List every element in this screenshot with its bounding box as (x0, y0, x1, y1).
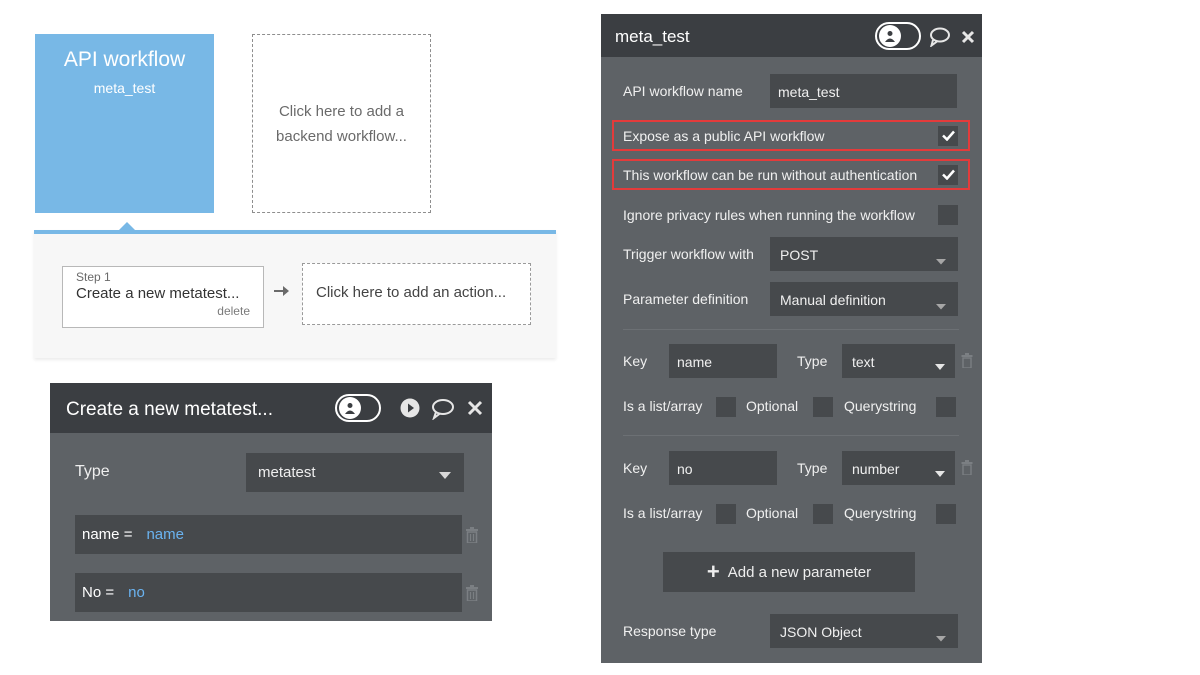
type-dropdown[interactable]: metatest (246, 453, 464, 492)
trigger-value: POST (780, 247, 819, 263)
field-no-value: no (128, 584, 145, 601)
api-workflow-title: API workflow (63, 48, 186, 71)
step-delete-link[interactable]: delete (76, 304, 250, 318)
comment-icon[interactable] (929, 27, 951, 52)
param-key-label: Key (623, 353, 648, 369)
response-type-label: Response type (623, 623, 717, 639)
optional-checkbox[interactable] (813, 504, 833, 524)
action-editor-header: Create a new metatest... (50, 383, 492, 433)
chevron-down-icon (439, 467, 451, 484)
close-icon[interactable] (961, 29, 975, 49)
response-type-value: JSON Object (780, 624, 862, 640)
workflow-settings-panel: meta_test API workflow name meta_test Ex… (601, 14, 982, 663)
ignore-privacy-checkbox[interactable] (938, 205, 958, 225)
param-type-value: number (852, 461, 900, 477)
arrow-right-icon (272, 282, 290, 305)
expose-public-label: Expose as a public API workflow (623, 128, 825, 144)
plus-icon: + (706, 559, 720, 584)
field-name-value: name (146, 526, 184, 543)
trash-icon[interactable] (961, 460, 973, 480)
workflow-name-label: API workflow name (623, 83, 743, 99)
no-auth-label: This workflow can be run without authent… (623, 167, 918, 183)
field-name-label: name = (82, 526, 133, 543)
add-parameter-label: Add a new parameter (727, 564, 872, 581)
privacy-toggle[interactable] (335, 394, 381, 422)
querystring-checkbox[interactable] (936, 504, 956, 524)
chevron-down-icon (936, 629, 946, 645)
param-type-dropdown[interactable]: text (842, 344, 955, 378)
chevron-down-icon (935, 358, 945, 374)
trash-icon[interactable] (465, 585, 479, 604)
workflow-settings-title: meta_test (615, 27, 690, 46)
chevron-down-icon (936, 252, 946, 268)
workflow-settings-header: meta_test (601, 14, 982, 57)
is-list-checkbox[interactable] (716, 504, 736, 524)
querystring-checkbox[interactable] (936, 397, 956, 417)
api-workflow-card[interactable]: API workflow meta_test (35, 34, 214, 213)
api-workflow-name: meta_test (93, 80, 156, 96)
response-type-dropdown[interactable]: JSON Object (770, 614, 958, 648)
optional-label: Optional (746, 398, 799, 414)
ignore-privacy-label: Ignore privacy rules when running the wo… (623, 207, 915, 223)
expose-public-checkbox[interactable] (938, 126, 958, 146)
field-no-label: No = (82, 584, 115, 601)
field-name-row[interactable]: name = name (75, 515, 462, 554)
querystring-label: Querystring (844, 398, 917, 414)
comment-icon[interactable] (431, 398, 455, 426)
add-parameter-button[interactable]: + Add a new parameter (663, 552, 915, 592)
checkmark-icon (941, 169, 955, 181)
add-action-placeholder[interactable]: Click here to add an action... (302, 263, 531, 325)
step-1-card[interactable]: Step 1 Create a new metatest... delete (62, 266, 264, 328)
user-icon (879, 25, 901, 47)
divider (623, 435, 959, 436)
type-dropdown-value: metatest (258, 464, 316, 481)
param-key-input[interactable]: no (669, 451, 777, 485)
add-backend-line-2: backend workflow... (276, 128, 407, 145)
param-type-value: text (852, 354, 875, 370)
privacy-toggle[interactable] (875, 22, 921, 50)
action-editor-title: Create a new metatest... (66, 399, 273, 420)
param-key-label: Key (623, 460, 648, 476)
add-backend-workflow-placeholder[interactable]: Click here to add a backend workflow... (252, 34, 431, 213)
no-auth-checkbox[interactable] (938, 165, 958, 185)
step-number: Step 1 (76, 270, 111, 284)
param-type-label: Type (797, 460, 828, 476)
divider (623, 329, 959, 330)
querystring-label: Querystring (844, 505, 917, 521)
trigger-label: Trigger workflow with (623, 246, 754, 262)
paramdef-value: Manual definition (780, 292, 886, 308)
param-type-label: Type (797, 353, 828, 369)
is-list-label: Is a list/array (623, 398, 703, 414)
paramdef-dropdown[interactable]: Manual definition (770, 282, 958, 316)
checkmark-icon (941, 130, 955, 142)
workflow-name-input[interactable]: meta_test (770, 74, 957, 108)
paramdef-label: Parameter definition (623, 291, 749, 307)
user-icon (339, 397, 361, 419)
play-icon[interactable] (400, 398, 420, 424)
type-label: Type (75, 463, 110, 480)
trash-icon[interactable] (961, 353, 973, 373)
close-icon[interactable] (467, 400, 483, 422)
is-list-checkbox[interactable] (716, 397, 736, 417)
action-editor-panel: Create a new metatest... Type metatest n… (50, 383, 492, 621)
chevron-down-icon (936, 297, 946, 313)
add-backend-line-1: Click here to add a (278, 103, 405, 120)
trigger-dropdown[interactable]: POST (770, 237, 958, 271)
field-no-row[interactable]: No = no (75, 573, 462, 612)
trash-icon[interactable] (465, 527, 479, 546)
selected-workflow-caret (118, 222, 136, 231)
param-key-input[interactable]: name (669, 344, 777, 378)
param-type-dropdown[interactable]: number (842, 451, 955, 485)
step-title: Create a new metatest... (76, 285, 240, 302)
is-list-label: Is a list/array (623, 505, 703, 521)
chevron-down-icon (935, 465, 945, 481)
optional-checkbox[interactable] (813, 397, 833, 417)
optional-label: Optional (746, 505, 799, 521)
